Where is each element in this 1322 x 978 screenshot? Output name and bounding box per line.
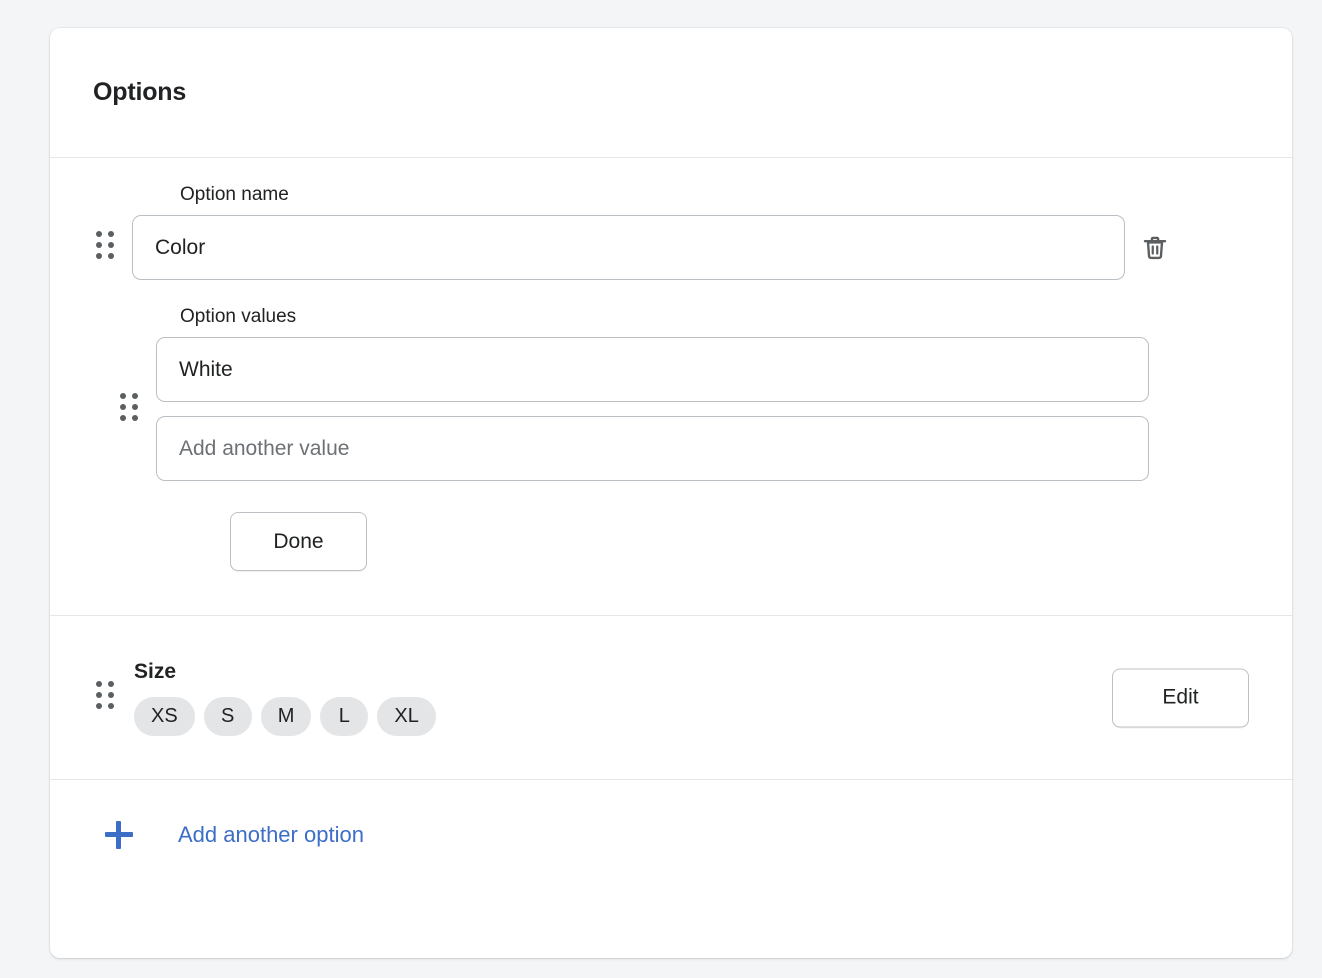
option-values-label: Option values (180, 306, 297, 327)
options-card: Options Option name Option values (50, 28, 1292, 958)
handle-dot (107, 692, 114, 698)
status-badge: XS (134, 696, 195, 736)
handle-dot (131, 392, 138, 399)
handle-dot (131, 414, 138, 421)
option-name-label: Option name (180, 184, 289, 205)
add-another-option-button[interactable]: Add another option (50, 780, 1292, 890)
handle-dot (107, 231, 114, 237)
page-title: Options (93, 78, 187, 106)
drag-handle-icon[interactable] (92, 231, 118, 265)
edit-button-wrapper: Edit (1112, 668, 1249, 727)
option-value-input-new[interactable] (156, 416, 1149, 481)
handle-dot (131, 403, 138, 410)
status-badge: S (203, 696, 252, 736)
drag-handle-icon[interactable] (92, 681, 118, 715)
edit-option-button[interactable]: Edit (1112, 668, 1249, 727)
add-another-option-label: Add another option (178, 822, 364, 847)
handle-dot (95, 253, 102, 259)
option-values-row (50, 337, 1292, 481)
drag-handle-icon[interactable] (116, 392, 142, 426)
card-header: Options (50, 28, 1292, 157)
status-badge: XL (377, 696, 436, 736)
handle-dot (119, 392, 126, 399)
handle-dot (95, 692, 102, 698)
handle-dot (107, 703, 114, 709)
handle-dot (107, 242, 114, 248)
handle-dot (95, 231, 102, 237)
saved-option-body: Size XS S M L XL (134, 660, 436, 736)
handle-dot (95, 681, 102, 687)
option-value-input-0[interactable] (156, 337, 1149, 402)
handle-dot (107, 681, 114, 687)
trash-icon (1143, 236, 1167, 259)
saved-option-badges: XS S M L XL (134, 696, 436, 736)
option-values-stack (156, 337, 1149, 481)
option-name-input[interactable] (132, 215, 1125, 280)
plus-icon (105, 821, 133, 849)
handle-dot (119, 414, 126, 421)
status-badge: L (320, 696, 369, 736)
option-editor: Option name Option values (50, 158, 1292, 615)
done-button[interactable]: Done (230, 512, 367, 571)
option-name-row (50, 215, 1292, 280)
delete-option-button[interactable] (1131, 224, 1179, 272)
handle-dot (107, 253, 114, 259)
status-badge: M (260, 696, 312, 736)
handle-dot (95, 703, 102, 709)
handle-dot (119, 403, 126, 410)
saved-option-row: Size XS S M L XL Edit (50, 616, 1292, 779)
handle-dot (95, 242, 102, 248)
saved-option-title: Size (134, 659, 177, 683)
done-button-wrapper: Done (50, 481, 1292, 615)
